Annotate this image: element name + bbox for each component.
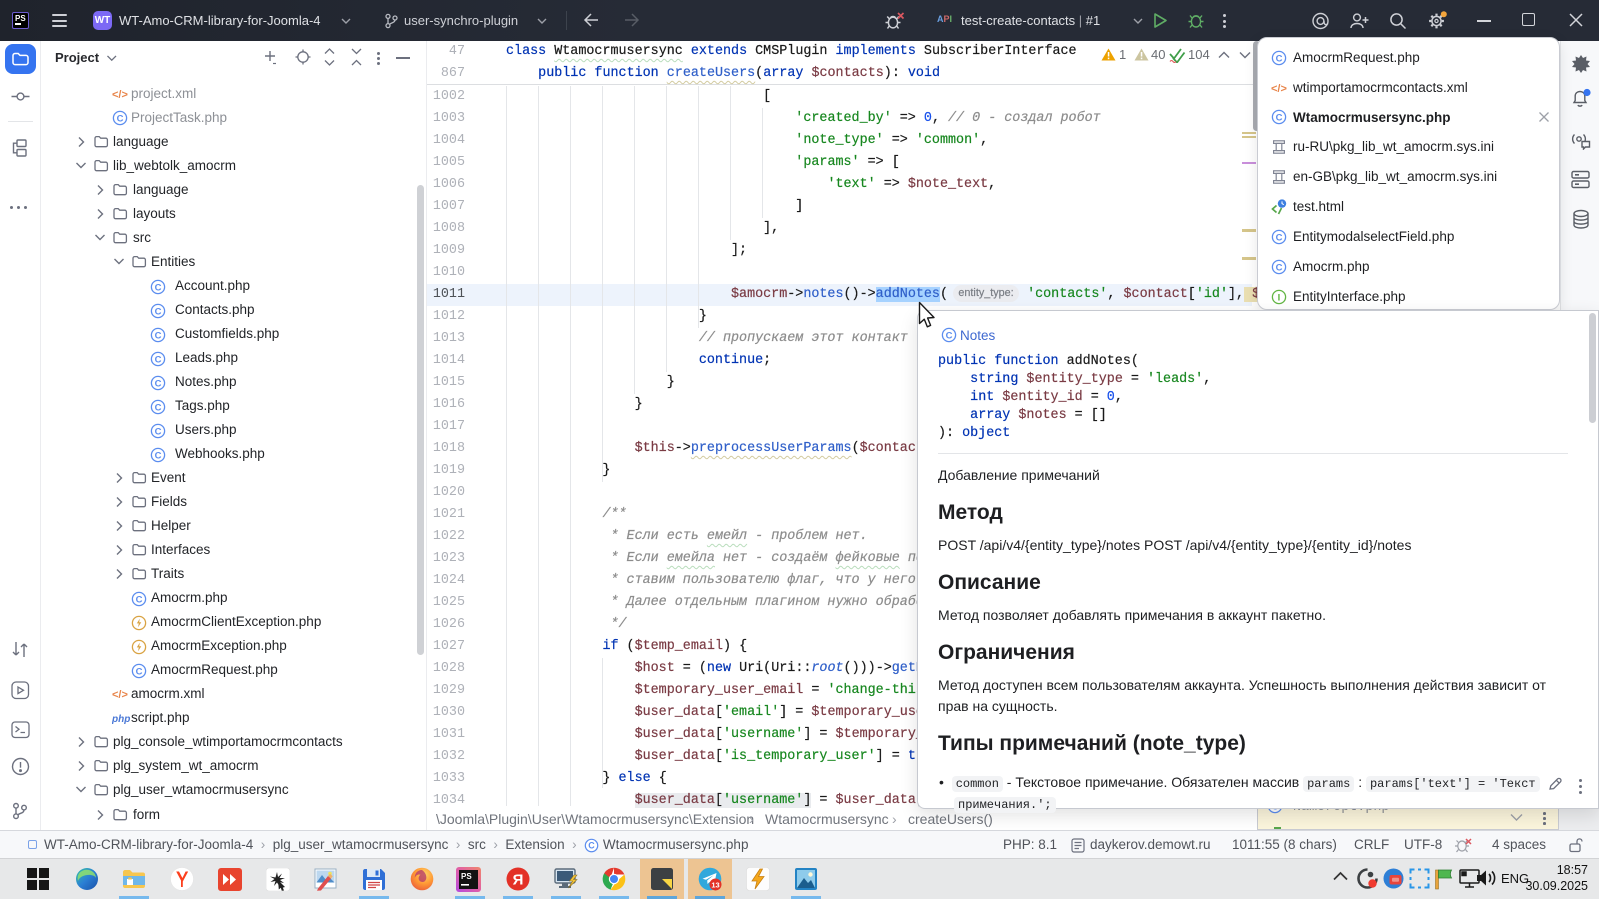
- svg-text:13: 13: [711, 880, 719, 889]
- svg-text:PS: PS: [461, 872, 472, 881]
- svg-text:Я: Я: [513, 872, 524, 889]
